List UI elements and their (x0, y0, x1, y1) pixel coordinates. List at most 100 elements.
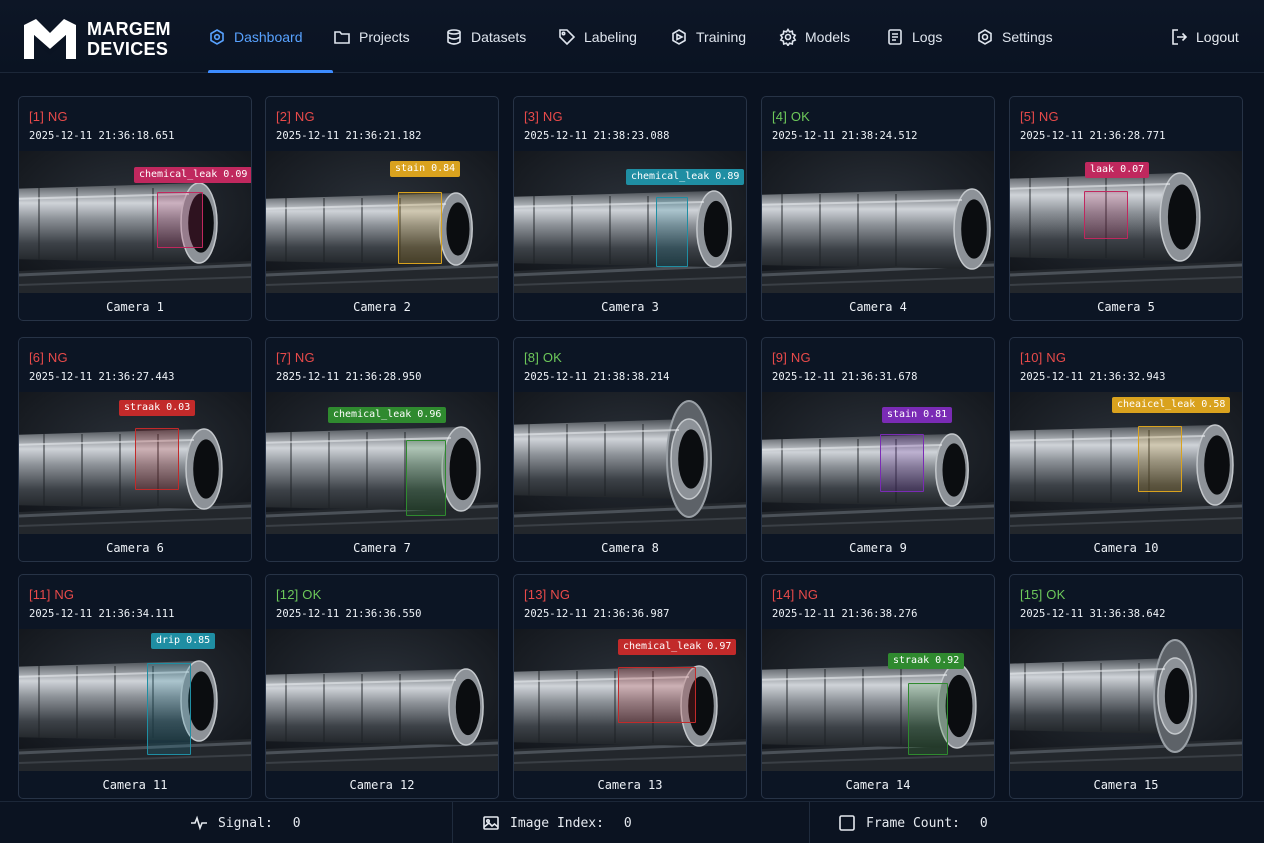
camera-timestamp: 2825-12-11 21:36:28.950 (276, 371, 422, 383)
detection-box (147, 663, 191, 755)
camera-card[interactable]: [10] NG 2025-12-11 21:36:32.943 Camera 10 c… (1009, 337, 1243, 562)
camera-index: [9] (772, 350, 788, 365)
status-badge: NG (294, 350, 315, 365)
camera-status: [4] OK (772, 109, 810, 124)
camera-timestamp: 2025-12-11 21:36:31.678 (772, 371, 918, 383)
logout-label: Logout (1196, 28, 1239, 45)
camera-card[interactable]: [14] NG 2025-12-11 21:36:38.276 Camera 14 s… (761, 574, 995, 799)
detection-box (135, 428, 179, 490)
camera-card[interactable]: [6] NG 2025-12-11 21:36:27.443 Camera 6 str… (18, 337, 252, 562)
detection-box (908, 683, 948, 755)
camera-card[interactable]: [12] OK 2025-12-11 21:36:36.550 Camera 12 (265, 574, 499, 799)
camera-name: Camera 14 (845, 778, 911, 792)
nav-labeling[interactable]: Labeling (558, 0, 670, 73)
camera-timestamp: 2025-12-11 31:36:38.642 (1020, 608, 1166, 620)
training-icon (670, 28, 688, 46)
nav-dashboard[interactable]: Dashboard (208, 0, 333, 73)
pipe-image (1010, 629, 1242, 771)
status-badge: NG (47, 350, 68, 365)
camera-feed[interactable] (762, 629, 994, 771)
camera-index: [3] (524, 109, 540, 124)
camera-status: [2] NG (276, 109, 315, 124)
detection-box (157, 192, 203, 248)
detection-box (1138, 426, 1182, 492)
detection-box (618, 667, 696, 723)
folder-icon (333, 28, 351, 46)
margem-logo-icon (24, 19, 76, 59)
detection-label: cheaicel_leak 0.58 (1112, 397, 1231, 413)
camera-timestamp: 2025-12-11 21:36:21.182 (276, 130, 422, 142)
camera-card[interactable]: [4] OK 2025-12-11 21:38:24.512 Camera 4 (761, 96, 995, 321)
camera-index: [2] (276, 109, 292, 124)
camera-status: [6] NG (29, 350, 68, 365)
camera-status: [12] OK (276, 587, 321, 602)
camera-status: [5] NG (1020, 109, 1059, 124)
status-badge: OK (542, 350, 563, 365)
camera-name: Camera 6 (106, 541, 164, 555)
camera-card[interactable]: [3] NG 2025-12-11 21:38:23.088 Camera 3 che… (513, 96, 747, 321)
nav-training[interactable]: Training (670, 0, 779, 73)
pipe-image (762, 629, 994, 771)
camera-card[interactable]: [15] OK 2025-12-11 31:36:38.642 Camera 15 (1009, 574, 1243, 799)
camera-index: [1] (29, 109, 45, 124)
main-nav: Dashboard Projects Datasets Labeling Tra… (208, 0, 1086, 73)
nav-datasets[interactable]: Datasets (445, 0, 558, 73)
camera-name: Camera 4 (849, 300, 907, 314)
camera-card[interactable]: [9] NG 2025-12-11 21:36:31.678 Camera 9 sta… (761, 337, 995, 562)
camera-index: [15] (1020, 587, 1043, 602)
camera-feed[interactable] (1010, 392, 1242, 534)
camera-index: [6] (29, 350, 45, 365)
brand-line2: DEVICES (87, 39, 169, 59)
signal-label: Signal: (218, 815, 273, 831)
status-badge: NG (54, 587, 75, 602)
status-divider (452, 802, 453, 843)
camera-timestamp: 2025-12-11 21:36:27.443 (29, 371, 175, 383)
camera-card[interactable]: [11] NG 2025-12-11 21:36:34.111 Camera 11 d… (18, 574, 252, 799)
camera-index: [5] (1020, 109, 1036, 124)
camera-card[interactable]: [13] NG 2025-12-11 21:36:36.987 Camera 13 c… (513, 574, 747, 799)
camera-status: [15] OK (1020, 587, 1065, 602)
logout-button[interactable]: Logout (1170, 0, 1239, 73)
camera-feed[interactable] (266, 629, 498, 771)
nav-logs[interactable]: Logs (886, 0, 976, 73)
camera-name: Camera 5 (1097, 300, 1155, 314)
camera-status: [14] NG (772, 587, 818, 602)
camera-name: Camera 13 (597, 778, 663, 792)
detection-label: straak 0.03 (119, 400, 196, 416)
camera-name: Camera 3 (601, 300, 659, 314)
camera-name: Camera 9 (849, 541, 907, 555)
camera-timestamp: 2025-12-11 21:36:36.987 (524, 608, 670, 620)
camera-index: [14] (772, 587, 795, 602)
camera-card[interactable]: [8] OK 2025-12-11 21:38:38.214 Camera 8 (513, 337, 747, 562)
nav-settings[interactable]: Settings (976, 0, 1086, 73)
camera-feed[interactable] (19, 629, 251, 771)
nav-projects[interactable]: Projects (333, 0, 445, 73)
camera-feed[interactable] (1010, 629, 1242, 771)
status-badge: NG (798, 587, 819, 602)
frame-count-label: Frame Count: (866, 815, 960, 831)
signal-icon (191, 815, 207, 831)
signal-value: 0 (292, 815, 301, 831)
camera-name: Camera 15 (1093, 778, 1159, 792)
pipe-image (266, 151, 498, 293)
camera-feed[interactable] (762, 392, 994, 534)
pipe-image (762, 392, 994, 534)
brand-logo[interactable]: MARGEM DEVICES (20, 14, 180, 64)
camera-card[interactable]: [7] NG 2825-12-11 21:36:28.950 Camera 7 che… (265, 337, 499, 562)
status-badge: NG (542, 109, 563, 124)
nav-models[interactable]: Models (779, 0, 886, 73)
dashboard-icon (208, 28, 226, 46)
camera-index: [10] (1020, 350, 1043, 365)
camera-index: [12] (276, 587, 299, 602)
camera-feed[interactable] (762, 151, 994, 293)
detection-box (406, 440, 446, 516)
camera-timestamp: 2025-12-11 21:38:38.214 (524, 371, 670, 383)
camera-card[interactable]: [5] NG 2025-12-11 21:36:28.771 Camera 5 laa… (1009, 96, 1243, 321)
camera-index: [13] (524, 587, 547, 602)
camera-status: [7] NG (276, 350, 315, 365)
camera-card[interactable]: [2] NG 2025-12-11 21:36:21.182 Camera 2 sta… (265, 96, 499, 321)
camera-feed[interactable] (266, 151, 498, 293)
camera-feed[interactable] (514, 392, 746, 534)
camera-card[interactable]: [1] NG 2025-12-11 21:36:18.651 Camera 1 che… (18, 96, 252, 321)
camera-name: Camera 8 (601, 541, 659, 555)
